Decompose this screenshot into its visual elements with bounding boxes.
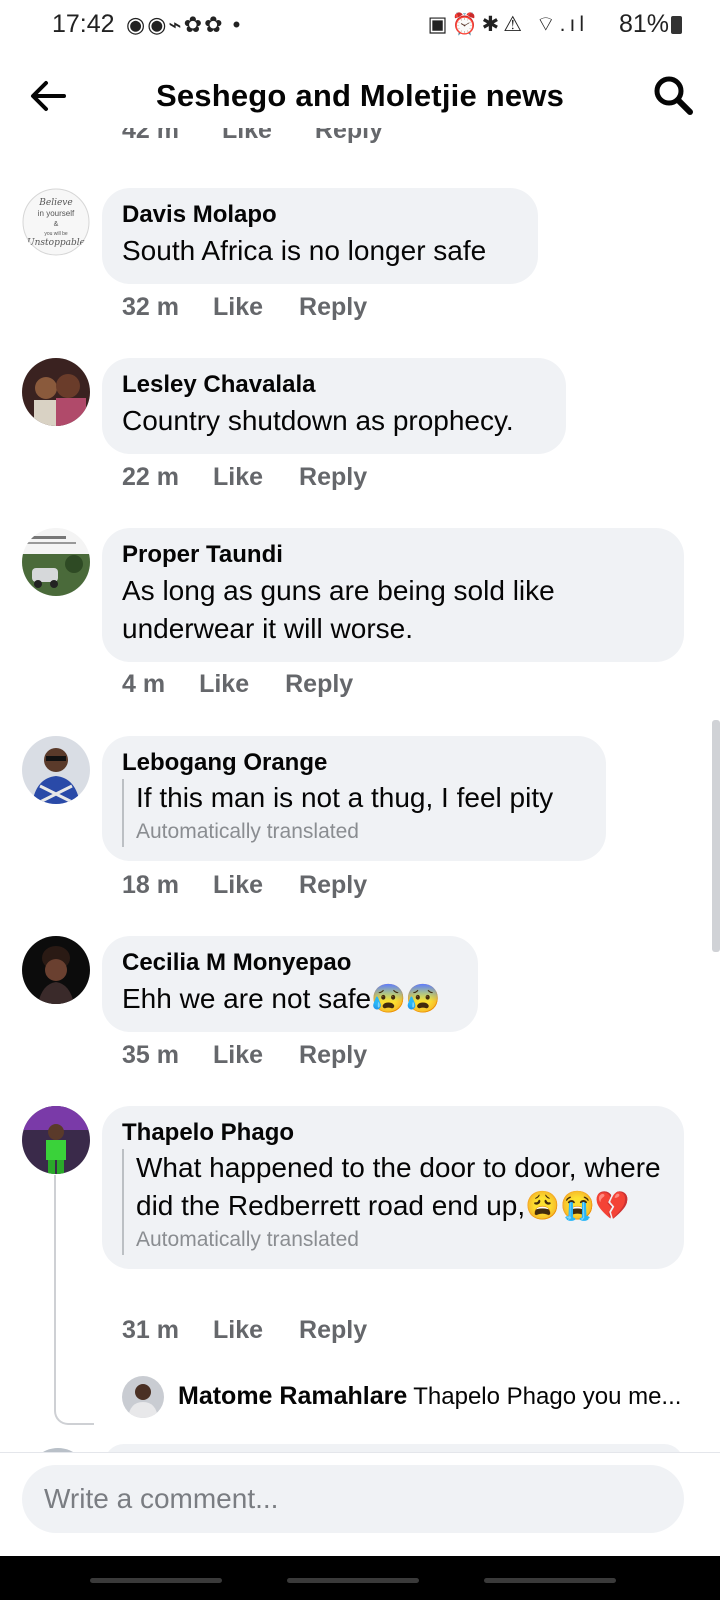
avatar[interactable] xyxy=(122,1376,164,1418)
like-button[interactable]: Like xyxy=(222,128,272,144)
comment-time: 18 m xyxy=(122,871,179,899)
comment-composer xyxy=(0,1452,720,1557)
comment-author[interactable]: Cecilia M Monyepao xyxy=(122,949,458,977)
reply-button[interactable]: Reply xyxy=(299,1316,367,1345)
avatar-image xyxy=(22,936,90,1004)
svg-text:you will be: you will be xyxy=(44,231,68,237)
avatar[interactable]: Believe in yourself & you will be Unstop… xyxy=(22,188,90,256)
comment-text: Ehh we are not safe😰😰 xyxy=(122,983,441,1014)
comment-author[interactable]: Davis Molapo xyxy=(122,201,518,229)
nav-back-indicator[interactable] xyxy=(484,1578,616,1583)
auto-translated-note[interactable]: Automatically translated xyxy=(136,817,586,847)
comment-text: What happened to the door to door, where… xyxy=(136,1152,661,1221)
like-button[interactable]: Like xyxy=(199,670,249,699)
reply-preview-text: Matome Ramahlare Thapelo Phago you me... xyxy=(178,1382,698,1411)
comment-author[interactable]: Lebogang Orange xyxy=(122,749,586,777)
svg-text:Unstoppable: Unstoppable xyxy=(27,238,85,248)
translated-block: If this man is not a thug, I feel pity A… xyxy=(122,779,586,847)
comment-bubble: Lebogang Orange If this man is not a thu… xyxy=(102,736,606,861)
like-button[interactable]: Like xyxy=(213,293,263,322)
comment-time: 31 m xyxy=(122,1316,179,1344)
reply-button[interactable]: Reply xyxy=(315,128,383,144)
system-navigation-bar xyxy=(0,1556,720,1600)
comment-actions: 32 m Like Reply xyxy=(122,293,367,322)
like-button[interactable]: Like xyxy=(213,1041,263,1070)
comment-actions: 4 m Like Reply xyxy=(122,670,353,699)
comment-actions: 35 m Like Reply xyxy=(122,1041,367,1070)
comment-time: 32 m xyxy=(122,293,179,321)
reply-button[interactable]: Reply xyxy=(299,1041,367,1070)
reply-thread-line xyxy=(54,1175,94,1425)
battery-level: 81% xyxy=(618,10,669,38)
translated-block: What happened to the door to door, where… xyxy=(122,1149,664,1255)
comment-time: 22 m xyxy=(122,463,179,491)
avatar[interactable] xyxy=(22,736,90,804)
write-comment-input[interactable] xyxy=(22,1465,684,1533)
reply-button[interactable]: Reply xyxy=(299,293,367,322)
reply-author[interactable]: Matome Ramahlare xyxy=(178,1382,407,1410)
avatar[interactable] xyxy=(22,1106,90,1174)
comment-text: Country shutdown as prophecy. xyxy=(122,405,514,436)
scrollbar[interactable] xyxy=(712,720,720,952)
reply-button[interactable]: Reply xyxy=(299,463,367,492)
nav-recent-indicator[interactable] xyxy=(90,1578,222,1583)
svg-text:Believe: Believe xyxy=(38,198,72,208)
reply-button[interactable]: Reply xyxy=(285,670,353,699)
like-button[interactable]: Like xyxy=(213,463,263,492)
avatar-image xyxy=(122,1376,164,1418)
reply-snippet: Thapelo Phago you me... xyxy=(413,1383,682,1410)
battery-icon xyxy=(671,16,682,34)
avatar-image xyxy=(22,1106,90,1174)
nav-home-indicator[interactable] xyxy=(287,1578,419,1583)
previous-comment-actions: 42 m Like Reply xyxy=(122,128,422,154)
reply-preview[interactable]: Matome Ramahlare Thapelo Phago you me... xyxy=(122,1376,702,1418)
comment-bubble: Lesley Chavalala Country shutdown as pro… xyxy=(102,358,566,454)
reply-button[interactable]: Reply xyxy=(299,871,367,900)
auto-translated-note[interactable]: Automatically translated xyxy=(136,1225,664,1255)
avatar-image: Believe in yourself & you will be Unstop… xyxy=(22,188,90,256)
comment-author[interactable]: Proper Taundi xyxy=(122,541,664,569)
comment-time: 4 m xyxy=(122,670,166,698)
comment-bubble: Proper Taundi As long as guns are being … xyxy=(102,528,684,662)
svg-text:in yourself: in yourself xyxy=(38,209,75,218)
comment-actions: 31 m Like Reply xyxy=(122,1316,367,1345)
status-time: 17:42 xyxy=(52,10,115,38)
comment-text: South Africa is no longer safe xyxy=(122,235,487,266)
comment-actions: 22 m Like Reply xyxy=(122,463,367,492)
avatar[interactable] xyxy=(22,528,90,596)
comment-bubble: Thapelo Phago What happened to the door … xyxy=(102,1106,684,1269)
comment-bubble: Davis Molapo South Africa is no longer s… xyxy=(102,188,538,284)
avatar[interactable] xyxy=(22,358,90,426)
search-button[interactable] xyxy=(650,72,696,118)
svg-text:&: & xyxy=(54,221,59,228)
battery-indicator: 81% xyxy=(619,10,682,39)
comment-author[interactable]: Lesley Chavalala xyxy=(122,371,546,399)
comment-actions: 18 m Like Reply xyxy=(122,871,367,900)
notification-icons: ◉◉⌁✿✿ • xyxy=(126,12,243,37)
comment-text: If this man is not a thug, I feel pity xyxy=(136,782,554,813)
system-status-icons: ▣⏰✱⚠ ⌔.ıl xyxy=(427,13,588,36)
avatar-image xyxy=(22,358,90,426)
search-icon xyxy=(654,76,693,115)
status-bar: 17:42 ◉◉⌁✿✿ • ▣⏰✱⚠ ⌔.ıl 81% xyxy=(0,0,720,52)
top-app-bar: Seshego and Moletjie news xyxy=(0,60,720,130)
avatar-image xyxy=(22,736,90,804)
page-title: Seshego and Moletjie news xyxy=(155,78,565,113)
avatar[interactable] xyxy=(22,936,90,1004)
like-button[interactable]: Like xyxy=(213,1316,263,1345)
comment-text: As long as guns are being sold like unde… xyxy=(122,575,555,644)
comment-author[interactable]: Thapelo Phago xyxy=(122,1119,664,1147)
comment-bubble: Cecilia M Monyepao Ehh we are not safe😰😰 xyxy=(102,936,478,1032)
avatar-image xyxy=(22,528,90,596)
comment-time: 42 m xyxy=(122,128,179,144)
like-button[interactable]: Like xyxy=(213,871,263,900)
comment-time: 35 m xyxy=(122,1041,179,1069)
